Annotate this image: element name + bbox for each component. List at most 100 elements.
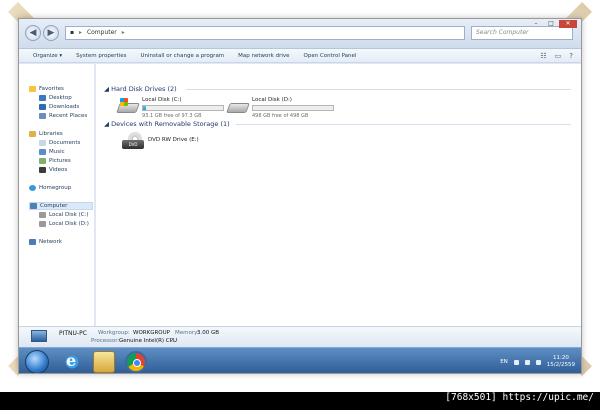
watermark-text: [768x501] https://upic.me/ <box>445 392 594 403</box>
sidebar-item-videos[interactable]: Videos <box>39 167 67 173</box>
sidebar-item-label: Local Disk (D:) <box>49 221 89 227</box>
start-button[interactable] <box>25 350 49 373</box>
view-controls: ☷ ▭ ? <box>540 52 573 60</box>
group-title-removable-storage[interactable]: ◢ Devices with Removable Storage (1) <box>104 120 230 128</box>
computer-name: PITNU-PC <box>59 330 87 337</box>
sidebar-item-favorites[interactable]: Favorites <box>29 86 64 92</box>
hard-drive-icon <box>226 103 250 113</box>
chrome-icon[interactable] <box>125 351 147 373</box>
command-bar: Organize ▾ System properties Uninstall o… <box>19 49 581 63</box>
forward-button[interactable]: ▶ <box>43 25 59 41</box>
memory-value: 3.00 GB <box>197 330 220 336</box>
pictures-icon <box>39 158 46 164</box>
back-button[interactable]: ◀ <box>25 25 41 41</box>
preview-pane-icon[interactable]: ▭ <box>555 52 562 60</box>
uninstall-program-button[interactable]: Uninstall or change a program <box>140 53 224 59</box>
group-title-hard-disk-drives[interactable]: ◢ Hard Disk Drives (2) <box>104 85 177 93</box>
sidebar-item-music[interactable]: Music <box>39 149 65 155</box>
window-controls: – □ ✕ <box>529 20 577 28</box>
hard-drive-icon <box>39 221 46 227</box>
computer-icon <box>30 203 37 209</box>
drive-name: Local Disk (D:) <box>252 97 292 103</box>
sidebar-item-recent-places[interactable]: Recent Places <box>39 113 87 119</box>
sidebar-item-label: Homegroup <box>39 185 72 191</box>
chevron-right-icon: ▸ <box>79 29 83 36</box>
sidebar-item-homegroup[interactable]: Homegroup <box>29 185 71 191</box>
internet-explorer-icon[interactable] <box>61 351 83 373</box>
workgroup-value: WORKGROUP <box>133 330 170 336</box>
system-properties-button[interactable]: System properties <box>76 53 126 59</box>
network-status-icon[interactable] <box>524 359 530 365</box>
taskbar: EN 11:20 15/2/2559 <box>19 347 581 373</box>
close-button[interactable]: ✕ <box>559 20 577 28</box>
sidebar-item-label: Music <box>49 149 65 155</box>
chevron-right-icon: ▸ <box>121 29 125 36</box>
sidebar-item-computer[interactable]: Computer <box>29 202 93 210</box>
workgroup-label: Workgroup: <box>98 330 130 336</box>
windows-explorer-icon[interactable] <box>93 351 115 373</box>
drive-local-disk-d[interactable]: Local Disk (D:) 498 GB free of 498 GB <box>224 97 344 121</box>
title-bar: ◀ ▶ ▪ ▸ Computer ▸ Search Computer – □ ✕ <box>19 19 581 49</box>
change-view-icon[interactable]: ☷ <box>540 52 546 60</box>
sidebar-item-label: Favorites <box>39 86 64 92</box>
sidebar-item-label: Computer <box>40 203 68 209</box>
sidebar-item-label: Documents <box>49 140 81 146</box>
memory-label: Memory: <box>175 330 199 336</box>
group-title-text: Hard Disk Drives (2) <box>111 85 177 93</box>
sidebar-item-desktop[interactable]: Desktop <box>39 95 72 101</box>
explorer-window: ◀ ▶ ▪ ▸ Computer ▸ Search Computer – □ ✕… <box>18 18 582 374</box>
sidebar-item-network[interactable]: Network <box>29 239 62 245</box>
sidebar-item-label: Pictures <box>49 158 71 164</box>
minimize-button[interactable]: – <box>529 20 543 28</box>
documents-icon <box>39 140 46 146</box>
map-network-drive-button[interactable]: Map network drive <box>238 53 289 59</box>
sidebar-item-downloads[interactable]: Downloads <box>39 104 79 110</box>
processor-more: ... <box>171 338 177 344</box>
system-tray: EN 11:20 15/2/2559 <box>500 352 575 372</box>
drive-local-disk-c[interactable]: Local Disk (C:) 93.1 GB free of 97.3 GB <box>114 97 234 121</box>
content-pane: ◢ Hard Disk Drives (2) Local Disk (C:) 9… <box>96 64 581 326</box>
drive-name: DVD RW Drive (E:) <box>148 137 199 143</box>
sidebar-item-label: Recent Places <box>49 113 88 119</box>
address-breadcrumb[interactable]: Computer <box>87 29 117 36</box>
drive-usage-bar <box>252 105 334 111</box>
sidebar-item-label: Local Disk (C:) <box>49 212 89 218</box>
sidebar-item-local-disk-d[interactable]: Local Disk (D:) <box>39 221 89 227</box>
computer-icon <box>31 330 47 342</box>
sidebar-item-pictures[interactable]: Pictures <box>39 158 71 164</box>
navigation-pane: Favorites Desktop Downloads Recent Place… <box>19 64 95 326</box>
sidebar-item-libraries[interactable]: Libraries <box>29 131 63 137</box>
downloads-icon <box>39 104 46 110</box>
music-icon <box>39 149 46 155</box>
details-pane: PITNU-PC Workgroup: WORKGROUP Memory: 3.… <box>19 326 581 346</box>
volume-icon[interactable] <box>535 359 541 365</box>
maximize-button[interactable]: □ <box>544 20 558 28</box>
recent-places-icon <box>39 113 46 119</box>
drive-dvd-rw-e[interactable]: DVD DVD RW Drive (E:) <box>118 132 228 152</box>
search-input[interactable]: Search Computer <box>471 26 573 40</box>
homegroup-icon <box>29 185 36 191</box>
processor-value: Genuine Intel(R) CPU <box>119 338 177 344</box>
desktop-icon <box>39 95 46 101</box>
processor-label: Processor: <box>91 338 120 344</box>
open-control-panel-button[interactable]: Open Control Panel <box>304 53 357 59</box>
photo-page: ◀ ▶ ▪ ▸ Computer ▸ Search Computer – □ ✕… <box>0 0 600 392</box>
address-bar[interactable]: ▪ ▸ Computer ▸ <box>65 26 465 40</box>
videos-icon <box>39 167 46 173</box>
sidebar-item-label: Videos <box>49 167 68 173</box>
group-divider <box>236 124 571 125</box>
computer-icon: ▪ <box>70 29 75 36</box>
drive-usage-fill <box>143 106 147 110</box>
language-indicator[interactable]: EN <box>500 359 508 365</box>
drive-name: Local Disk (C:) <box>142 97 182 103</box>
sidebar-item-label: Network <box>39 239 62 245</box>
clock[interactable]: 11:20 15/2/2559 <box>547 355 575 369</box>
network-icon <box>29 239 36 245</box>
sidebar-item-documents[interactable]: Documents <box>39 140 80 146</box>
organize-button[interactable]: Organize ▾ <box>33 53 62 59</box>
star-icon <box>29 86 36 92</box>
sidebar-item-local-disk-c[interactable]: Local Disk (C:) <box>39 212 89 218</box>
group-divider <box>186 89 571 90</box>
help-icon[interactable]: ? <box>569 52 573 60</box>
action-center-icon[interactable] <box>513 359 519 365</box>
